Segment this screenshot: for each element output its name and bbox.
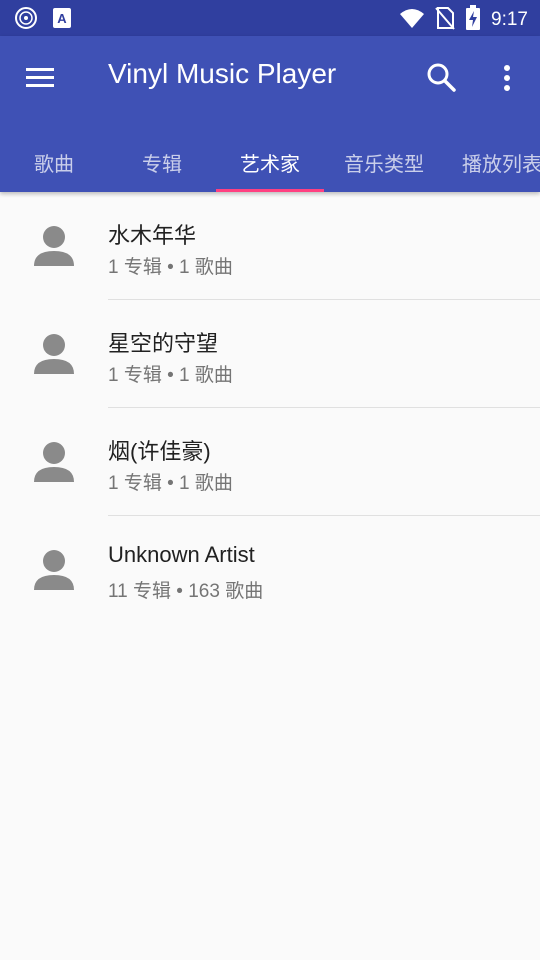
artist-name: Unknown Artist xyxy=(108,542,255,567)
search-icon xyxy=(424,63,460,100)
tab-genres[interactable]: 音乐类型 xyxy=(330,132,438,192)
wifi-icon xyxy=(399,7,425,33)
more-options-button[interactable] xyxy=(492,60,522,100)
search-button[interactable] xyxy=(424,60,464,100)
artist-list: 水木年华 1 专辑 • 1 歌曲 星空的守望 1 专辑 • 1 歌曲 烟(许佳豪… xyxy=(0,192,540,624)
svg-text:A: A xyxy=(57,11,67,26)
list-item[interactable]: 水木年华 1 专辑 • 1 歌曲 xyxy=(0,192,540,300)
status-time: 9:17 xyxy=(491,9,528,30)
tab-artists[interactable]: 艺术家 xyxy=(216,132,324,192)
list-item[interactable]: 星空的守望 1 专辑 • 1 歌曲 xyxy=(0,300,540,408)
tab-songs[interactable]: 歌曲 xyxy=(0,132,108,192)
artist-name: 水木年华 xyxy=(108,223,197,248)
text-a-icon: A xyxy=(52,7,72,33)
list-item[interactable]: 烟(许佳豪) 1 专辑 • 1 歌曲 xyxy=(0,408,540,516)
app-title: Vinyl Music Player xyxy=(108,58,337,89)
battery-charging-icon xyxy=(465,5,481,35)
hamburger-icon xyxy=(22,68,56,99)
music-disc-icon xyxy=(14,6,38,34)
tab-bar: 歌曲 专辑 艺术家 音乐类型 播放列表 xyxy=(0,132,540,192)
person-icon xyxy=(30,330,78,378)
artist-subtitle: 1 专辑 • 1 歌曲 xyxy=(108,473,233,494)
artist-subtitle: 1 专辑 • 1 歌曲 xyxy=(108,365,233,386)
artist-subtitle: 11 专辑 • 163 歌曲 xyxy=(108,581,264,602)
artist-name: 烟(许佳豪) xyxy=(108,439,211,464)
list-item[interactable]: Unknown Artist 11 专辑 • 163 歌曲 xyxy=(0,516,540,624)
no-sim-icon xyxy=(435,6,455,34)
status-bar: A 9:17 xyxy=(0,0,540,36)
menu-button[interactable] xyxy=(22,61,62,95)
person-icon xyxy=(30,438,78,486)
tab-albums[interactable]: 专辑 xyxy=(108,132,216,192)
more-vertical-icon xyxy=(492,65,522,104)
artist-name: 星空的守望 xyxy=(108,331,219,356)
artist-subtitle: 1 专辑 • 1 歌曲 xyxy=(108,257,233,278)
person-icon xyxy=(30,546,78,594)
app-bar: Vinyl Music Player 歌曲 专辑 艺术家 音乐类型 播放列表 xyxy=(0,36,540,192)
tab-playlists[interactable]: 播放列表 xyxy=(450,132,540,192)
person-icon xyxy=(30,222,78,270)
